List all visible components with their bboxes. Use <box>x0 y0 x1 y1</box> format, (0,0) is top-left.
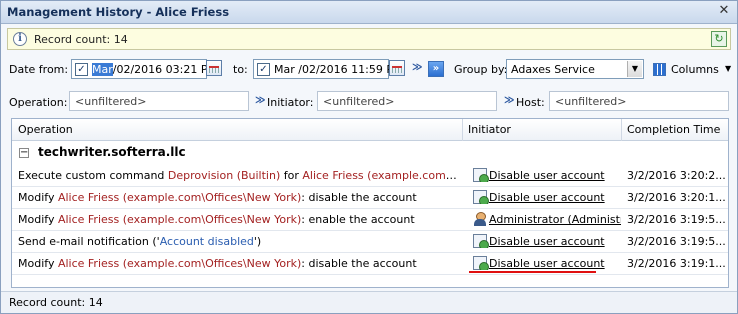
completion-time-cell: 3/2/2016 3:20:1... <box>627 191 725 204</box>
initiator-cell: Administrator (Administr... <box>473 212 621 226</box>
highlight-underline <box>469 271 596 273</box>
initiator-cell: Disable user account <box>473 190 621 204</box>
scheduled-task-icon <box>473 234 489 248</box>
info-bar: i Record count: 14 ↻ <box>7 28 731 50</box>
operation-filter-input[interactable]: <unfiltered> <box>69 91 249 111</box>
collapse-icon[interactable]: − <box>19 148 29 158</box>
date-from-value[interactable]: /02/2016 03:21 PM <box>113 63 217 76</box>
scheduled-task-icon <box>473 256 489 270</box>
completion-time-cell: 3/2/2016 3:19:1... <box>627 257 725 270</box>
column-divider[interactable] <box>621 119 622 141</box>
date-from-checkbox[interactable]: ✓ <box>75 63 88 76</box>
status-record-count: Record count: 14 <box>9 296 103 309</box>
date-from-month[interactable]: Mar <box>92 63 113 76</box>
date-from-picker[interactable]: ✓ Mar/02/2016 03:21 PM <box>71 59 217 79</box>
refresh-icon[interactable]: ↻ <box>711 31 727 47</box>
calendar-icon[interactable] <box>206 60 222 76</box>
scheduled-task-icon <box>473 168 489 182</box>
date-to-picker[interactable]: ✓ Mar /02/2016 11:59 PM <box>253 59 402 79</box>
date-from-label: Date from: <box>9 63 69 76</box>
expand-host-icon[interactable]: ≫ <box>504 95 514 106</box>
title-bar: Management History - Alice Friess ✕ <box>1 1 737 24</box>
object-link[interactable]: Alice Friess (example.com\Offices\New Yo… <box>58 213 301 226</box>
table-row[interactable]: Modify Alice Friess (example.com\Offices… <box>12 209 728 231</box>
operation-text: Execute custom command <box>18 169 168 182</box>
object-link[interactable]: Alice Friess (example.com\Offices\New Yo… <box>58 191 301 204</box>
history-grid[interactable]: Operation Initiator Completion Time − te… <box>11 118 729 288</box>
chevron-down-icon: ▼ <box>725 64 732 73</box>
group-label: techwriter.softerra.llc <box>38 145 186 159</box>
operation-cell: Execute custom command Deprovision (Buil… <box>18 169 458 182</box>
close-icon[interactable]: ✕ <box>717 4 731 18</box>
apply-filter-button[interactable]: » <box>428 61 444 77</box>
initiator-link[interactable]: Disable user account <box>489 191 605 204</box>
initiator-link[interactable]: Disable user account <box>489 257 605 270</box>
date-to-checkbox[interactable]: ✓ <box>257 63 270 76</box>
table-row[interactable]: Send e-mail notification ('Account disab… <box>12 231 728 253</box>
table-row[interactable]: Execute custom command Deprovision (Buil… <box>12 165 728 187</box>
operation-text: Modify <box>18 191 58 204</box>
initiator-link[interactable]: Disable user account <box>489 235 605 248</box>
initiator-link[interactable]: Disable user account <box>489 169 605 182</box>
initiator-cell: Disable user account <box>473 168 621 182</box>
info-icon: i <box>13 32 27 46</box>
initiator-cell: Disable user account <box>473 256 621 270</box>
operation-cell: Send e-mail notification ('Account disab… <box>18 235 458 248</box>
object-link[interactable]: Account disabled <box>160 235 254 248</box>
group-row[interactable]: − techwriter.softerra.llc <box>12 141 728 165</box>
chevron-down-icon[interactable]: ▼ <box>627 61 642 77</box>
operation-text: Modify <box>18 257 58 270</box>
completion-time-cell: 3/2/2016 3:19:5... <box>627 213 725 226</box>
window-title: Management History - Alice Friess <box>7 5 230 19</box>
date-to-value[interactable]: Mar /02/2016 11:59 PM <box>274 63 402 76</box>
initiator-label: Initiator: <box>267 96 314 109</box>
columns-button[interactable]: Columns ▼ <box>653 62 735 78</box>
initiator-cell: Disable user account <box>473 234 621 248</box>
record-count-info: Record count: 14 <box>34 33 128 46</box>
administrator-icon <box>473 212 487 226</box>
date-to-label: to: <box>233 63 248 76</box>
group-by-label: Group by: <box>454 63 508 76</box>
column-header-initiator[interactable]: Initiator <box>468 123 511 136</box>
expand-initiator-icon[interactable]: ≫ <box>255 95 265 106</box>
operation-text: : disable the account <box>301 191 417 204</box>
calendar-icon[interactable] <box>389 60 405 76</box>
operation-label: Operation: <box>9 96 68 109</box>
object-link[interactable]: Deprovision (Builtin) <box>168 169 280 182</box>
columns-icon <box>653 63 666 76</box>
host-filter-placeholder: <unfiltered> <box>555 95 627 108</box>
table-row[interactable]: Modify Alice Friess (example.com\Offices… <box>12 253 728 275</box>
initiator-filter-input[interactable]: <unfiltered> <box>317 91 497 111</box>
group-by-select[interactable]: Adaxes Service ▼ <box>506 59 644 79</box>
host-label: Host: <box>516 96 545 109</box>
status-bar: Record count: 14 <box>1 291 737 313</box>
operation-text: Modify <box>18 213 58 226</box>
columns-label: Columns <box>671 63 719 76</box>
operation-cell: Modify Alice Friess (example.com\Offices… <box>18 191 458 204</box>
operation-text: : disable the account <box>301 257 417 270</box>
operation-text: for <box>280 169 303 182</box>
operation-text: ') <box>253 235 262 248</box>
grid-header: Operation Initiator Completion Time <box>12 119 728 141</box>
initiator-link[interactable]: Administrator (Administr... <box>489 213 621 226</box>
column-divider[interactable] <box>462 119 463 141</box>
table-row[interactable]: Modify Alice Friess (example.com\Offices… <box>12 187 728 209</box>
operation-text: : enable the account <box>301 213 415 226</box>
operation-cell: Modify Alice Friess (example.com\Offices… <box>18 213 458 226</box>
management-history-window: Management History - Alice Friess ✕ i Re… <box>0 0 738 314</box>
column-header-operation[interactable]: Operation <box>18 123 73 136</box>
operation-filter-placeholder: <unfiltered> <box>75 95 147 108</box>
initiator-filter-placeholder: <unfiltered> <box>323 95 395 108</box>
group-by-value: Adaxes Service <box>511 63 595 76</box>
completion-time-cell: 3/2/2016 3:20:2... <box>627 169 725 182</box>
column-header-completion-time[interactable]: Completion Time <box>627 123 720 136</box>
completion-time-cell: 3/2/2016 3:19:5... <box>627 235 725 248</box>
host-filter-input[interactable]: <unfiltered> <box>549 91 729 111</box>
expand-filters-icon[interactable]: ≫ <box>412 62 422 73</box>
object-link[interactable]: Alice Friess (example.com\Offices\Ne... <box>302 169 458 182</box>
object-link[interactable]: Alice Friess (example.com\Offices\New Yo… <box>58 257 301 270</box>
operation-cell: Modify Alice Friess (example.com\Offices… <box>18 257 458 270</box>
operation-text: Send e-mail notification (' <box>18 235 160 248</box>
scheduled-task-icon <box>473 190 489 204</box>
